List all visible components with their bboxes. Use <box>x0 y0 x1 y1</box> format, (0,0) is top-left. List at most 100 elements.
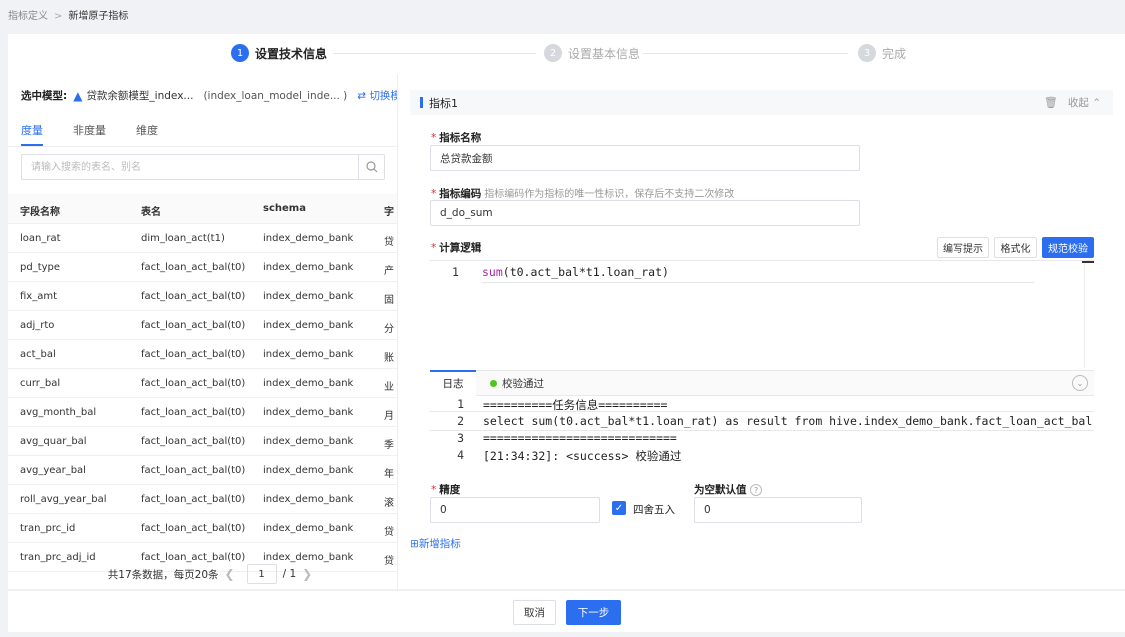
table-cell: avg_month_bal <box>20 407 97 418</box>
tab-measure[interactable]: 度量 <box>21 122 43 146</box>
table-cell: index_demo_bank <box>263 378 354 389</box>
breadcrumb-parent[interactable]: 指标定义 <box>8 11 48 22</box>
log-bar: 日志 校验通过 ⌄ <box>430 369 1094 396</box>
metric-code-input[interactable]: d_do_sum <box>430 200 860 226</box>
table-cell: tran_prc_id <box>20 523 76 534</box>
table-cell: index_demo_bank <box>263 523 354 534</box>
table-row[interactable]: avg_quar_bal fact_loan_act_bal(t0) index_d… <box>8 427 397 456</box>
search-input[interactable] <box>22 155 358 179</box>
table-cell: 业 <box>384 382 394 393</box>
add-metric-button[interactable]: ⊞新增指标 <box>410 536 461 551</box>
tab-dimension[interactable]: 维度 <box>136 122 158 146</box>
step-2: 2 设置基本信息 <box>544 44 640 62</box>
format-button[interactable]: 格式化 <box>994 237 1037 258</box>
metric-name-input[interactable]: 总贷款金额 <box>430 145 860 171</box>
table-cell: 产 <box>384 266 394 277</box>
step-3: 3 完成 <box>858 44 906 62</box>
column-header: 字段名称 <box>20 207 60 218</box>
write-hint-button[interactable]: 编写提示 <box>937 237 989 258</box>
table-row[interactable]: tran_prc_id fact_loan_act_bal(t0) index_de… <box>8 514 397 543</box>
page-total: / 1 <box>282 568 297 580</box>
section-accent <box>420 97 423 108</box>
metric-section-header: 指标1 🗑 收起 ⌃ <box>410 90 1113 115</box>
validate-button[interactable]: 规范校验 <box>1042 237 1094 258</box>
table-cell: loan_rat <box>20 233 61 244</box>
log-line-number: 3 <box>457 431 464 445</box>
table-cell: 固 <box>384 295 394 306</box>
table-cell: index_demo_bank <box>263 552 354 563</box>
log-line-number: 2 <box>457 414 464 428</box>
prev-page-icon[interactable]: ❮ <box>225 567 235 581</box>
next-page-icon[interactable]: ❯ <box>302 567 312 581</box>
success-dot-icon <box>490 379 497 387</box>
table-cell: dim_loan_act(t1) <box>141 233 225 244</box>
model-label: 选中模型: <box>21 90 68 102</box>
precision-input[interactable]: 0 <box>430 497 600 523</box>
editor-scrollbar[interactable] <box>1082 261 1094 368</box>
table-row[interactable]: adj_rto fact_loan_act_bal(t0) index_demo_b… <box>8 311 397 340</box>
table-row[interactable]: roll_avg_year_bal fact_loan_act_bal(t0) in… <box>8 485 397 514</box>
default-value-input[interactable]: 0 <box>694 497 862 523</box>
code-editor[interactable]: 1 sum(t0.act_bal*t1.loan_rat) <box>430 260 1094 368</box>
step-3-label: 完成 <box>882 46 907 61</box>
table-row[interactable]: curr_bal fact_loan_act_bal(t0) index_demo_… <box>8 369 397 398</box>
field-tabs: 度量 非度量 维度 <box>21 122 188 146</box>
breadcrumb-separator-icon: > <box>54 11 63 22</box>
table-cell: fact_loan_act_bal(t0) <box>141 523 246 534</box>
pagination-summary: 共17条数据，每页20条 <box>107 568 219 581</box>
step-1: 1 设置技术信息 <box>231 44 327 62</box>
table-cell: fix_amt <box>20 291 58 302</box>
trash-icon[interactable]: 🗑 <box>1044 96 1058 109</box>
plus-square-icon: ⊞ <box>410 538 419 550</box>
table-cell: fact_loan_act_bal(t0) <box>141 320 246 331</box>
column-header: 表名 <box>141 207 161 218</box>
table-row[interactable]: act_bal fact_loan_act_bal(t0) index_demo_b… <box>8 340 397 369</box>
table-cell: 季 <box>384 440 394 451</box>
table-row[interactable]: avg_year_bal fact_loan_act_bal(t0) index_d… <box>8 456 397 485</box>
table-cell: index_demo_bank <box>263 349 354 360</box>
page-input[interactable]: 1 <box>246 564 277 584</box>
table-cell: avg_quar_bal <box>20 436 87 447</box>
switch-model-button[interactable]: ⇄ 切换模型 <box>357 88 397 103</box>
table-row[interactable]: fix_amt fact_loan_act_bal(t0) index_demo_b… <box>8 282 397 311</box>
table-cell: index_demo_bank <box>263 291 354 302</box>
table-cell: fact_loan_act_bal(t0) <box>141 494 246 505</box>
tab-log[interactable]: 日志 <box>430 369 476 396</box>
table-cell: 分 <box>384 324 394 335</box>
validation-status: 校验通过 <box>490 376 544 391</box>
table-cell: pd_type <box>20 262 61 273</box>
name-label: * 指标名称 <box>431 132 482 144</box>
log-line-text: [21:34:32]: 任务执行完成 <box>483 465 635 466</box>
log-line-number: 1 <box>457 397 464 411</box>
round-checkbox[interactable]: ✓ <box>612 501 626 515</box>
table-cell: curr_bal <box>20 378 61 389</box>
log-line-text: [21:34:32]: <success> 校验通过 <box>483 449 682 463</box>
table-row[interactable]: pd_type fact_loan_act_bal(t0) index_demo_b… <box>8 253 397 282</box>
tab-non-measure[interactable]: 非度量 <box>73 122 106 146</box>
cancel-button[interactable]: 取消 <box>513 600 556 625</box>
search-icon[interactable] <box>358 155 384 179</box>
chevron-down-icon[interactable]: ⌄ <box>1072 375 1088 391</box>
table-cell: fact_loan_act_bal(t0) <box>141 407 246 418</box>
log-line-number: 4 <box>457 448 464 462</box>
code-line[interactable]: sum(t0.act_bal*t1.loan_rat) <box>482 265 1034 283</box>
table-cell: index_demo_bank <box>263 233 354 244</box>
default-value-label: 为空默认值 ? <box>694 482 763 497</box>
table-cell: avg_year_bal <box>20 465 86 476</box>
table-row[interactable]: avg_month_bal fact_loan_act_bal(t0) index_… <box>8 398 397 427</box>
table-cell: adj_rto <box>20 320 55 331</box>
table-row[interactable]: loan_rat dim_loan_act(t1) index_demo_bank 贷 <box>8 224 397 253</box>
step-1-number: 1 <box>231 44 249 62</box>
code-label: * 指标编码 指标编码作为指标的唯一性标识，保存后不支持二次修改 <box>431 188 735 200</box>
table-cell: 贷 <box>384 527 394 538</box>
table-cell: fact_loan_act_bal(t0) <box>141 552 246 563</box>
next-button[interactable]: 下一步 <box>566 600 621 625</box>
round-label: 四舍五入 <box>633 504 675 516</box>
step-2-number: 2 <box>544 44 562 62</box>
table-cell: fact_loan_act_bal(t0) <box>141 436 246 447</box>
code-hint: 指标编码作为指标的唯一性标识，保存后不支持二次修改 <box>484 189 735 200</box>
log-output: 1 ==========任务信息========== 2 select sum(t0.… <box>430 397 1094 466</box>
collapse-button[interactable]: 收起 ⌃ <box>1068 95 1101 110</box>
table-cell: fact_loan_act_bal(t0) <box>141 349 246 360</box>
table-header: 字段名称 表名 schema 字 <box>8 194 397 224</box>
